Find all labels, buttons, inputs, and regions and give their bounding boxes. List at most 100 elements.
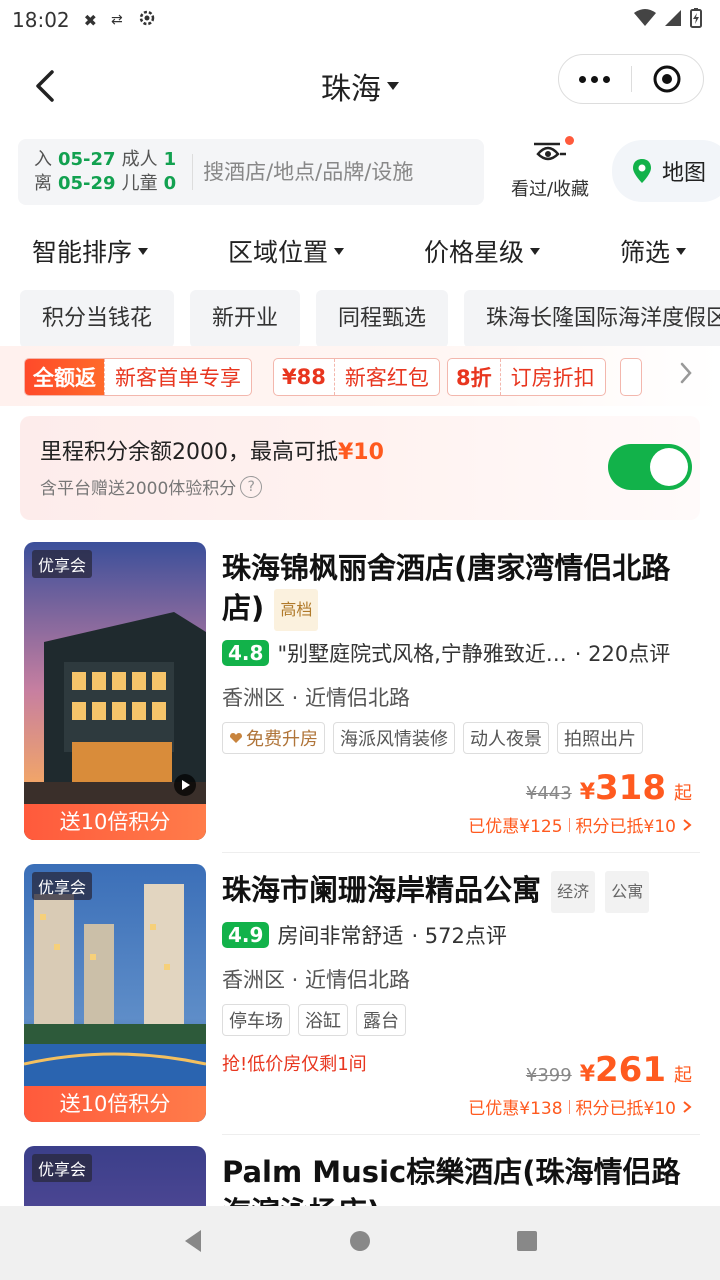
- feature-tag: 拍照出片: [557, 722, 643, 754]
- hotel-photo: 优享会 送10倍积分: [24, 542, 206, 840]
- promo-right: 订房折扣: [499, 359, 605, 395]
- points-discount: 积分已抵¥10: [575, 817, 676, 837]
- circle-home-icon: [349, 1231, 370, 1251]
- adults-count: 1: [163, 149, 177, 170]
- price-suffix: 起: [674, 1065, 692, 1086]
- member-badge: 优享会: [32, 1154, 93, 1182]
- heart-badge-icon: [230, 733, 242, 743]
- miles-subtitle: 含平台赠送2000体验积分 ?: [40, 474, 263, 499]
- discount-details[interactable]: 已优惠¥125 积分已抵¥10: [468, 812, 692, 837]
- chevron-right-icon: [683, 1100, 692, 1113]
- children-label: 儿童: [121, 173, 158, 194]
- area-filter[interactable]: 区域位置: [228, 233, 345, 269]
- hotel-grade-badge: 高档: [274, 589, 319, 631]
- rating-score: 4.8: [222, 640, 270, 666]
- toggle-knob: [650, 448, 688, 486]
- points-badge: 送10倍积分: [24, 1086, 206, 1122]
- promo-left: 8折: [456, 366, 492, 390]
- back-button[interactable]: [26, 66, 66, 106]
- review-count: · 220点评: [574, 642, 671, 666]
- hotel-photo: 优享会 送10倍积分: [24, 864, 206, 1122]
- currency-symbol: ¥: [579, 1062, 596, 1087]
- search-row: 入 05-27 成人 1 离 05-29 儿童 0 搜酒店/地点/品牌/设施 看…: [0, 132, 720, 212]
- recents-nav-button[interactable]: [515, 1229, 539, 1257]
- card-divider: [222, 852, 700, 853]
- map-button[interactable]: 地图: [612, 140, 720, 202]
- hotel-card[interactable]: 优享会 Palm Music棕樂酒店(珠海情侣路海滨泳场店): [0, 1146, 720, 1206]
- hotel-location: 香洲区 · 近情侣北路: [222, 968, 411, 992]
- checkout-label: 离: [34, 173, 52, 194]
- miles-toggle[interactable]: [608, 444, 692, 490]
- quick-tag-chip[interactable]: 同程甄选: [316, 290, 449, 348]
- feature-tag: 露台: [356, 1004, 406, 1036]
- hotel-tags: 免费升房 海派风情装修 动人夜景 拍照出片: [222, 722, 643, 754]
- hotel-photo-image: [24, 864, 206, 1122]
- sort-filter[interactable]: 智能排序: [32, 233, 149, 269]
- notification-dot: [565, 136, 574, 145]
- more-filter[interactable]: 筛选: [620, 233, 687, 269]
- sort-label: 智能排序: [32, 238, 133, 267]
- feature-tag: 海派风情装修: [333, 722, 455, 754]
- promo-coupon[interactable]: 8折 订房折扣: [447, 358, 606, 396]
- hotel-name[interactable]: Palm Music棕樂酒店(珠海情侣路海滨泳场店): [222, 1152, 702, 1206]
- current-price: 261: [595, 1050, 666, 1090]
- more-options-button[interactable]: [559, 75, 631, 83]
- discount-amount: 已优惠¥125: [468, 817, 563, 837]
- home-nav-button[interactable]: [348, 1229, 372, 1257]
- caret-down-icon: [387, 82, 399, 90]
- search-input[interactable]: 搜酒店/地点/品牌/设施: [192, 154, 413, 190]
- close-miniprogram-button[interactable]: [632, 64, 704, 94]
- price-row: ¥399 ¥261 起: [526, 1050, 692, 1090]
- review-quote: 房间非常舒适: [277, 924, 404, 948]
- quick-tag-chip[interactable]: 珠海长隆国际海洋度假区: [464, 290, 720, 348]
- original-price: ¥399: [525, 1065, 572, 1086]
- eye-list-icon: [534, 142, 566, 161]
- favorites-label: 看过/收藏: [510, 179, 590, 200]
- review-quote: "别墅庭院式风格,宁静雅致近…: [277, 642, 567, 666]
- hotel-name[interactable]: 珠海市阑珊海岸精品公寓 经济 公寓: [222, 870, 702, 913]
- price-row: ¥443 ¥318 起: [526, 768, 692, 808]
- children-count: 0: [163, 173, 177, 194]
- date-guest-selector[interactable]: 入 05-27 成人 1 离 05-29 儿童 0: [34, 148, 176, 196]
- chevron-left-icon: [36, 70, 54, 102]
- promo-coupon-partial[interactable]: [620, 358, 642, 396]
- member-badge: 优享会: [32, 872, 93, 900]
- promo-right: 新客首单专享: [104, 359, 251, 395]
- hotel-name[interactable]: 珠海锦枫丽舍酒店(唐家湾情侣北路店) 高档: [222, 548, 702, 631]
- rating-row: 4.8 "别墅庭院式风格,宁静雅致近… · 220点评: [222, 638, 670, 668]
- chevron-right-icon: [683, 818, 692, 831]
- city-name: 珠海: [321, 72, 381, 107]
- feature-tag: 停车场: [222, 1004, 290, 1036]
- original-price: ¥443: [525, 783, 572, 804]
- caret-down-icon: [334, 247, 345, 255]
- promo-coupon[interactable]: ¥88 新客红包: [273, 358, 440, 396]
- miles-title: 里程积分余额2000，最高可抵¥10: [40, 440, 384, 465]
- quick-tag-chip[interactable]: 积分当钱花: [20, 290, 175, 348]
- promo-next-button[interactable]: [678, 360, 694, 390]
- quick-tag-chip[interactable]: 新开业: [190, 290, 301, 348]
- target-circle-icon: [653, 65, 681, 93]
- video-play-icon[interactable]: [174, 774, 196, 796]
- price-star-filter[interactable]: 价格星级: [424, 233, 541, 269]
- caret-down-icon: [676, 247, 687, 255]
- back-nav-button[interactable]: [181, 1228, 205, 1258]
- signal-icon: [664, 8, 682, 32]
- status-bar: 18:02 ✖ ⇄: [0, 0, 720, 40]
- filter-bar: 智能排序 区域位置 价格星级 筛选: [0, 212, 720, 290]
- status-time: 18:02: [12, 8, 70, 32]
- discount-amount: 已优惠¥138: [468, 1099, 563, 1119]
- discount-details[interactable]: 已优惠¥138 积分已抵¥10: [468, 1094, 692, 1119]
- caret-down-icon: [138, 247, 149, 255]
- help-icon[interactable]: ?: [240, 475, 263, 498]
- promo-left: 全额返: [25, 359, 104, 395]
- history-favorites-button[interactable]: 看过/收藏: [500, 136, 600, 201]
- feature-tag: 动人夜景: [463, 722, 549, 754]
- city-selector[interactable]: 珠海: [321, 64, 399, 108]
- promo-coupon[interactable]: 全额返 新客首单专享: [24, 358, 252, 396]
- more-dots-icon: [579, 75, 587, 83]
- miles-amount: ¥10: [338, 440, 384, 465]
- hotel-tags: 停车场 浴缸 露台: [222, 1004, 406, 1036]
- data-sync-icon: ⇄: [111, 12, 123, 28]
- top-nav-bar: 珠海: [0, 40, 720, 132]
- system-nav-bar: [0, 1206, 720, 1280]
